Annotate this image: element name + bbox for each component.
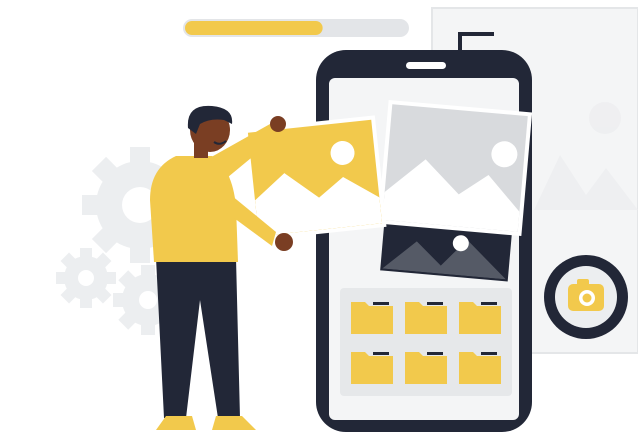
shoe [156, 416, 196, 430]
folder-icon[interactable] [351, 302, 393, 334]
folder-icon[interactable] [405, 302, 447, 334]
progress-bar [183, 19, 409, 37]
folder-icon[interactable] [459, 302, 501, 334]
phone-speaker [406, 62, 446, 69]
folder-icon[interactable] [459, 352, 501, 384]
photo-card[interactable] [377, 99, 533, 237]
folder-icon[interactable] [351, 352, 393, 384]
gear-icon [56, 248, 116, 308]
camera-button[interactable] [544, 255, 628, 339]
folder-grid [340, 288, 512, 396]
shoe [212, 416, 256, 430]
progress-fill [185, 21, 323, 35]
photo-gallery-illustration [56, 7, 638, 432]
folder-icon[interactable] [405, 352, 447, 384]
